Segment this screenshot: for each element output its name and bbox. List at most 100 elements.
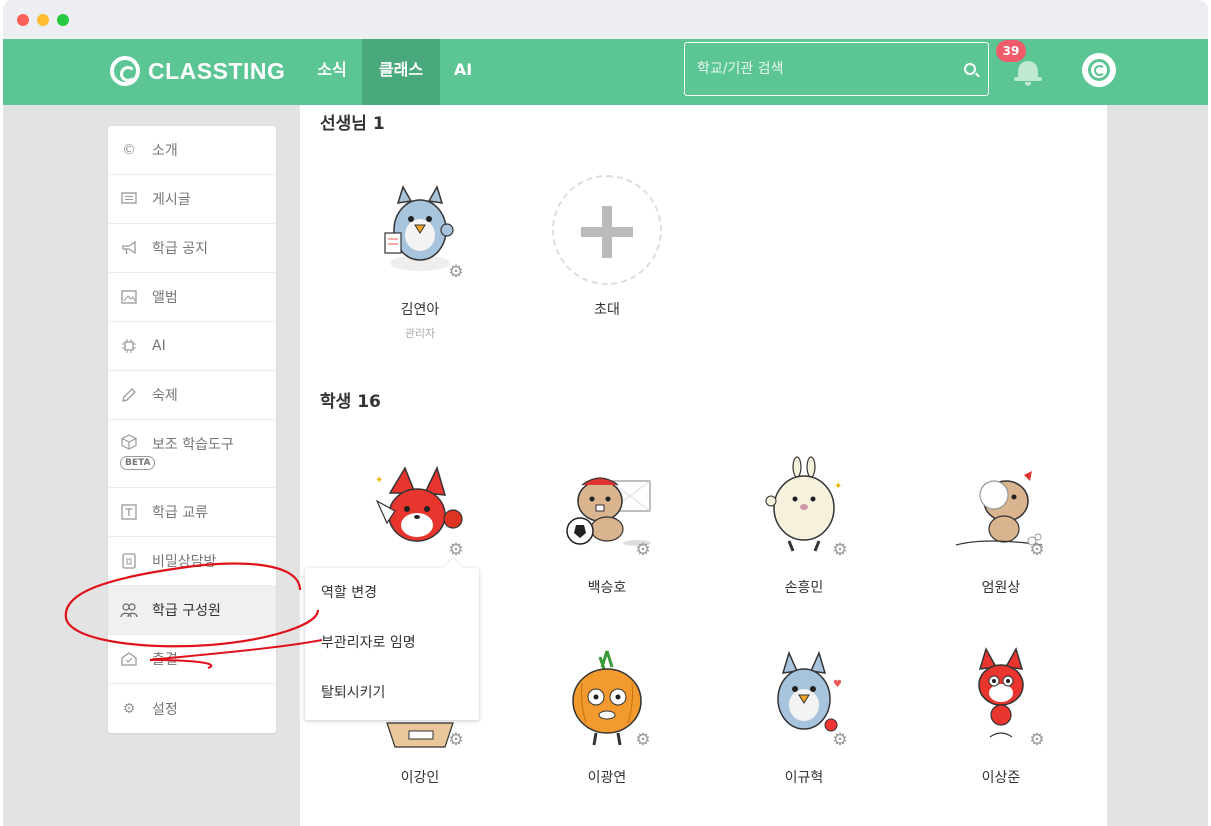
invite-card[interactable]: 초대: [532, 175, 682, 319]
sidebar-item-label: AI: [152, 338, 166, 354]
sidebar-item-label: 숙제: [152, 388, 178, 404]
sidebar-item-notice[interactable]: 학급 공지: [108, 224, 276, 273]
sidebar-item-label: 출결: [152, 652, 178, 668]
people-icon: [120, 602, 138, 618]
teacher-card[interactable]: ⚙ 김연아 관리자: [345, 175, 495, 341]
t-box-icon: [120, 504, 138, 520]
invite-label: 초대: [594, 302, 620, 318]
sidebar-item-learning-tools[interactable]: 보조 학습도구 BETA: [108, 420, 276, 488]
student-card[interactable]: ✦ ⚙: [345, 453, 495, 577]
svg-text:♥: ♥: [833, 679, 842, 690]
sidebar-item-label: 보조 학습도구: [152, 437, 234, 453]
member-settings-gear-icon[interactable]: ⚙: [831, 731, 849, 749]
student-card[interactable]: ⚙ 이상준: [926, 643, 1076, 787]
sidebar-item-homework[interactable]: 숙제: [108, 371, 276, 420]
member-settings-gear-icon[interactable]: ⚙: [447, 263, 465, 281]
students-section-title: 학생 16: [320, 392, 381, 412]
sidebar-item-label: 학급 공지: [152, 241, 208, 257]
avatar: ✦ ⚙: [365, 453, 475, 563]
classting-logo[interactable]: CLASSTING: [110, 55, 285, 87]
sidebar-item-intro[interactable]: © 소개: [108, 126, 276, 175]
avatar: ✦ ⚙: [749, 453, 859, 563]
svg-text:✦: ✦: [834, 481, 842, 492]
member-settings-gear-icon[interactable]: ⚙: [447, 541, 465, 559]
search-icon[interactable]: [964, 63, 976, 75]
student-card[interactable]: ✦ ⚙ 손흥민: [729, 453, 879, 597]
attendance-icon: [120, 651, 138, 667]
avatar: ⚙: [365, 175, 475, 285]
member-settings-gear-icon[interactable]: ⚙: [634, 541, 652, 559]
sidebar-item-label: 설정: [152, 701, 178, 718]
avatar: ⚙: [552, 453, 662, 563]
profile-avatar-button[interactable]: [1082, 53, 1116, 87]
student-card[interactable]: ♥ ⚙ 이규혁: [729, 643, 879, 787]
tab-ai[interactable]: AI: [444, 39, 482, 105]
top-navbar: CLASSTING 소식 클래스 AI 39: [3, 39, 1208, 105]
sidebar-item-label: 앨범: [152, 290, 178, 306]
plus-icon[interactable]: [552, 175, 662, 285]
avatar: ⚙: [552, 643, 662, 753]
member-settings-gear-icon[interactable]: ⚙: [831, 541, 849, 559]
maximize-window-button[interactable]: [57, 14, 69, 26]
close-window-button[interactable]: [17, 14, 29, 26]
tab-class[interactable]: 클래스: [362, 39, 440, 105]
avatar: ♥ ⚙: [749, 643, 859, 753]
lock-icon: [120, 553, 138, 569]
member-name: 이광연: [587, 770, 627, 786]
member-settings-gear-icon[interactable]: ⚙: [1028, 731, 1046, 749]
student-card[interactable]: ⚙ 백승호: [532, 453, 682, 597]
beta-badge: BETA: [120, 456, 156, 470]
browser-window: CLASSTING 소식 클래스 AI 39 © 소개 게시글: [3, 0, 1208, 826]
school-search-box: [684, 42, 989, 96]
megaphone-icon: [120, 240, 138, 256]
sidebar-item-label: 학급 교류: [152, 505, 208, 521]
pencil-icon: [120, 387, 138, 403]
member-name: 이강인: [400, 770, 440, 786]
sidebar-item-members[interactable]: 학급 구성원: [108, 586, 276, 635]
teachers-section-title: 선생님 1: [320, 114, 385, 134]
sidebar-item-label: 비밀상담방: [152, 554, 217, 570]
svg-text:✦: ✦: [375, 475, 383, 486]
cube-icon: [120, 434, 138, 450]
sidebar-item-ai[interactable]: AI: [108, 322, 276, 371]
sidebar-item-secret-counsel[interactable]: 비밀상담방: [108, 537, 276, 586]
remove-member-menu-item[interactable]: 탈퇴시키기: [305, 668, 479, 718]
sidebar-item-posts[interactable]: 게시글: [108, 175, 276, 224]
sidebar-item-album[interactable]: 앨범: [108, 273, 276, 322]
minimize-window-button[interactable]: [37, 14, 49, 26]
tab-news[interactable]: 소식: [306, 39, 358, 105]
member-name: 손흥민: [784, 580, 824, 596]
member-name: 백승호: [587, 580, 627, 596]
avatar: ⚙: [946, 453, 1056, 563]
window-titlebar: [3, 0, 1208, 39]
logo-text: CLASSTING: [148, 57, 286, 84]
class-sidebar: © 소개 게시글 학급 공지 앨범 AI 숙제 보조 학습도구 BETA 학급 …: [108, 126, 276, 733]
chip-icon: [120, 338, 138, 354]
student-card[interactable]: ⚙ 이광연: [532, 643, 682, 787]
avatar: ⚙: [946, 643, 1056, 753]
gear-icon: ⚙: [122, 700, 136, 717]
sidebar-item-exchange[interactable]: 학급 교류: [108, 488, 276, 537]
copyright-icon: ©: [122, 142, 136, 158]
member-settings-gear-icon[interactable]: ⚙: [1028, 541, 1046, 559]
member-name: 이상준: [981, 770, 1021, 786]
appoint-sub-admin-menu-item[interactable]: 부관리자로 임명: [305, 618, 479, 668]
member-settings-gear-icon[interactable]: ⚙: [634, 731, 652, 749]
member-name: 김연아: [400, 302, 440, 318]
image-icon: [120, 289, 138, 305]
student-card[interactable]: ⚙ 엄원상: [926, 453, 1076, 597]
member-settings-gear-icon[interactable]: ⚙: [447, 731, 465, 749]
member-name: 이규혁: [784, 770, 824, 786]
sidebar-item-label: 소개: [152, 143, 178, 159]
sidebar-item-label: 학급 구성원: [152, 603, 221, 619]
profile-logo-icon: [1088, 59, 1110, 81]
sidebar-item-settings[interactable]: ⚙ 설정: [108, 684, 276, 733]
sidebar-item-attendance[interactable]: 출결: [108, 635, 276, 684]
classting-logo-icon: [110, 56, 140, 86]
school-search-input[interactable]: [697, 53, 947, 85]
member-name: 엄원상: [981, 580, 1021, 596]
sidebar-item-label: 게시글: [152, 192, 191, 208]
notification-count-badge: 39: [996, 40, 1026, 62]
change-role-menu-item[interactable]: 역할 변경: [305, 568, 479, 618]
member-role: 관리자: [404, 327, 436, 340]
